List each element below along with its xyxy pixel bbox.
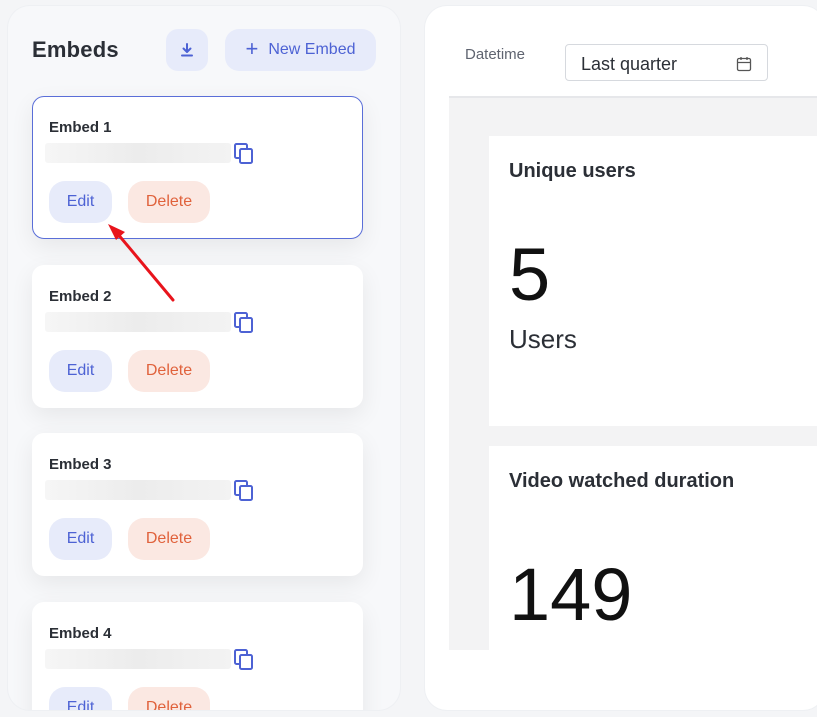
new-embed-button[interactable]: + New Embed: [225, 29, 376, 71]
embed-card-2: Embed 2 Edit Delete: [32, 265, 363, 408]
dashboard-panel: Datetime Last quarter Unique users 5 Use…: [425, 6, 817, 710]
embeds-header: Embeds + New Embed: [8, 6, 400, 86]
new-embed-label: New Embed: [268, 41, 356, 58]
dashboard-content: Unique users 5 Users Video watched durat…: [449, 96, 817, 666]
edit-button[interactable]: Edit: [49, 687, 112, 710]
delete-button[interactable]: Delete: [128, 181, 210, 223]
download-icon: [181, 43, 193, 57]
copy-icon[interactable]: [234, 143, 254, 165]
metric-title: Video watched duration: [509, 470, 735, 492]
metric-card-unique-users: Unique users 5 Users: [489, 136, 817, 426]
plus-icon: +: [245, 36, 259, 61]
delete-button[interactable]: Delete: [128, 518, 210, 560]
embed-url-blurred: [45, 649, 231, 669]
datetime-select[interactable]: Last quarter: [565, 44, 768, 81]
calendar-icon: [736, 57, 752, 72]
datetime-value: Last quarter: [581, 54, 678, 74]
metric-value: 149: [509, 553, 633, 636]
datetime-label: Datetime: [465, 46, 526, 63]
copy-icon[interactable]: [234, 312, 254, 334]
embed-card-title: Embed 3: [49, 456, 112, 473]
metric-card-video-duration: Video watched duration 149: [489, 446, 817, 666]
delete-button[interactable]: Delete: [128, 350, 210, 392]
embed-card-title: Embed 1: [49, 119, 112, 136]
embeds-panel: Embeds + New Embed Embed 1 Edit Delete E…: [8, 6, 400, 710]
embeds-title: Embeds: [32, 37, 119, 62]
embed-card-3: Embed 3 Edit Delete: [32, 433, 363, 576]
metric-unit: Users: [509, 324, 577, 354]
edit-button[interactable]: Edit: [49, 350, 112, 392]
metric-value: 5: [509, 233, 551, 316]
copy-icon[interactable]: [234, 649, 254, 671]
embed-card-title: Embed 2: [49, 288, 112, 305]
embed-card-4: Embed 4 Edit Delete: [32, 602, 363, 710]
embed-card-1: Embed 1 Edit Delete: [32, 96, 363, 239]
copy-icon[interactable]: [234, 480, 254, 502]
edit-button[interactable]: Edit: [49, 518, 112, 560]
embed-card-title: Embed 4: [49, 625, 112, 642]
metric-title: Unique users: [509, 160, 636, 182]
edit-button[interactable]: Edit: [49, 181, 112, 223]
download-button[interactable]: [166, 29, 208, 71]
embed-url-blurred: [45, 143, 231, 163]
embed-url-blurred: [45, 312, 231, 332]
embed-url-blurred: [45, 480, 231, 500]
delete-button[interactable]: Delete: [128, 687, 210, 710]
